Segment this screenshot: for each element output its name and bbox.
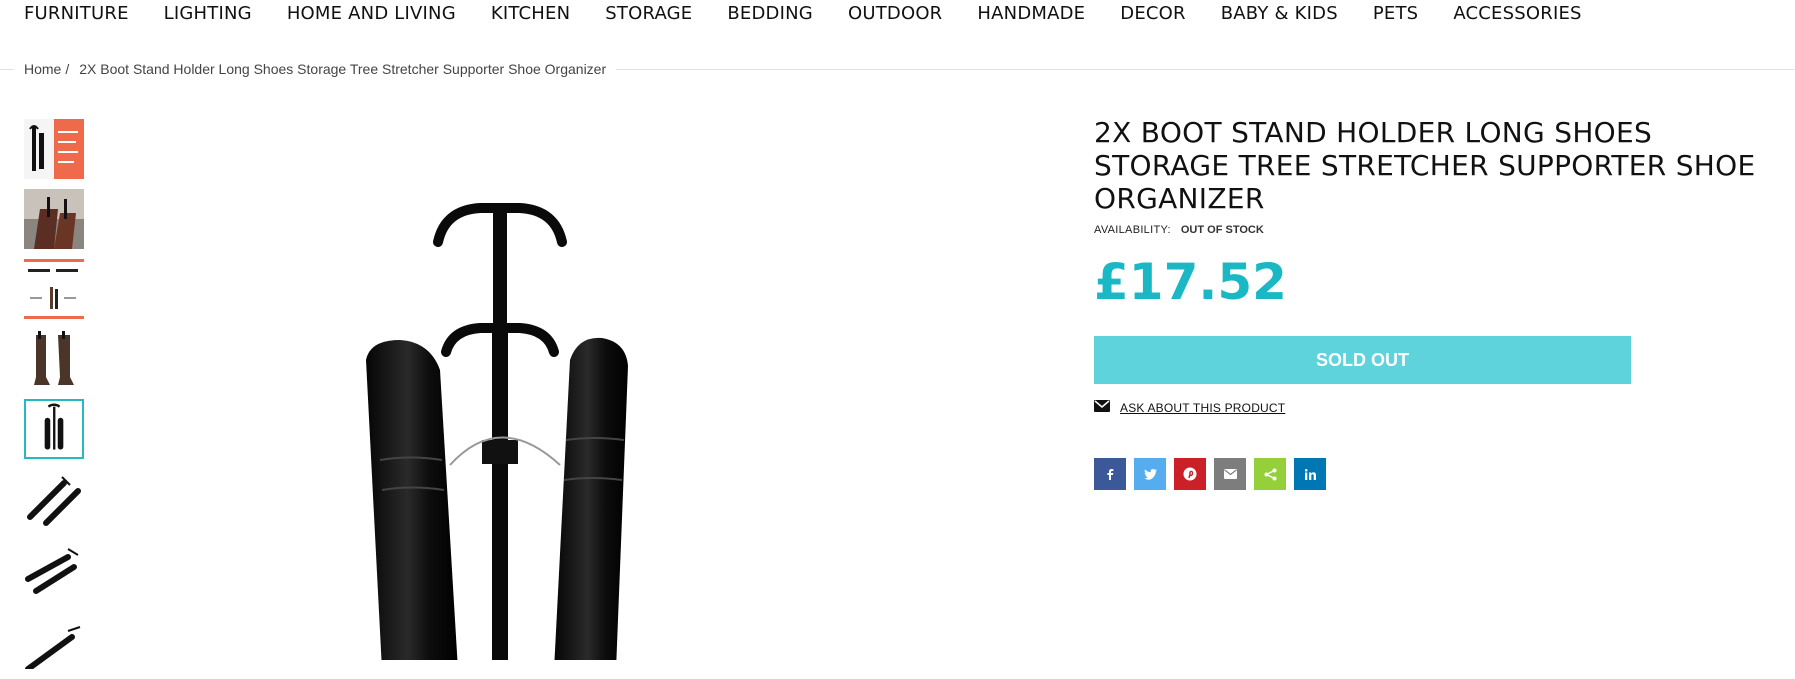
sold-out-button[interactable]: SOLD OUT — [1094, 336, 1631, 384]
nav-item-baby-kids[interactable]: BABY & KIDS — [1221, 2, 1338, 26]
ask-about-product: ASK ABOUT THIS PRODUCT — [1094, 400, 1794, 415]
nav-item-decor[interactable]: DECOR — [1120, 2, 1185, 26]
availability: AVAILABILITY: OUT OF STOCK — [1094, 224, 1794, 236]
availability-status: OUT OF STOCK — [1180, 224, 1264, 236]
nav-item-kitchen[interactable]: KITCHEN — [491, 2, 570, 26]
product-info: 2X BOOT STAND HOLDER LONG SHOES STORAGE … — [1094, 116, 1794, 490]
nav-item-outdoor[interactable]: OUTDOOR — [848, 2, 942, 26]
email-share-button[interactable] — [1214, 458, 1246, 490]
nav-item-bedding[interactable]: BEDDING — [727, 2, 813, 26]
envelope-icon — [1094, 400, 1110, 415]
twitter-icon — [1143, 468, 1157, 480]
nav-item-lighting[interactable]: LIGHTING — [164, 2, 252, 26]
twitter-share-button[interactable] — [1134, 458, 1166, 490]
breadcrumb-current: 2X Boot Stand Holder Long Shoes Storage … — [79, 61, 607, 77]
facebook-icon — [1107, 469, 1114, 480]
thumbnail-5[interactable] — [24, 399, 84, 459]
thumbnail-7[interactable] — [24, 539, 84, 599]
generic-share-button[interactable] — [1254, 458, 1286, 490]
thumbnail-2[interactable] — [24, 189, 84, 249]
breadcrumb-separator: / — [65, 61, 70, 77]
thumbnail-1[interactable] — [24, 119, 84, 179]
main-product-image[interactable] — [330, 190, 750, 670]
nav-item-handmade[interactable]: HANDMADE — [977, 2, 1085, 26]
nav-item-home-and-living[interactable]: HOME AND LIVING — [287, 2, 456, 26]
availability-label: AVAILABILITY: — [1094, 224, 1171, 236]
product-price: £17.52 — [1094, 253, 1287, 311]
thumbnail-4[interactable] — [24, 329, 84, 389]
ask-about-product-link[interactable]: ASK ABOUT THIS PRODUCT — [1120, 401, 1285, 415]
facebook-share-button[interactable] — [1094, 458, 1126, 490]
share-buttons — [1094, 458, 1794, 490]
email-icon — [1223, 469, 1237, 479]
thumbnail-8[interactable] — [24, 609, 84, 669]
product-title: 2X BOOT STAND HOLDER LONG SHOES STORAGE … — [1094, 116, 1756, 215]
breadcrumb-home-link[interactable]: Home — [24, 60, 61, 78]
nav-item-furniture[interactable]: FURNITURE — [24, 2, 129, 26]
main-nav: FURNITURE LIGHTING HOME AND LIVING KITCH… — [24, 2, 1617, 26]
thumbnail-6[interactable] — [24, 469, 84, 529]
breadcrumb: Home / 2X Boot Stand Holder Long Shoes S… — [14, 60, 617, 78]
linkedin-icon — [1304, 468, 1316, 480]
nav-item-accessories[interactable]: ACCESSORIES — [1453, 2, 1581, 26]
nav-item-pets[interactable]: PETS — [1373, 2, 1418, 26]
pinterest-share-button[interactable] — [1174, 458, 1206, 490]
thumbnail-gallery — [24, 119, 84, 679]
share-icon — [1264, 468, 1276, 480]
nav-item-storage[interactable]: STORAGE — [605, 2, 692, 26]
pinterest-icon — [1183, 467, 1197, 481]
linkedin-share-button[interactable] — [1294, 458, 1326, 490]
thumbnail-3[interactable] — [24, 259, 84, 319]
